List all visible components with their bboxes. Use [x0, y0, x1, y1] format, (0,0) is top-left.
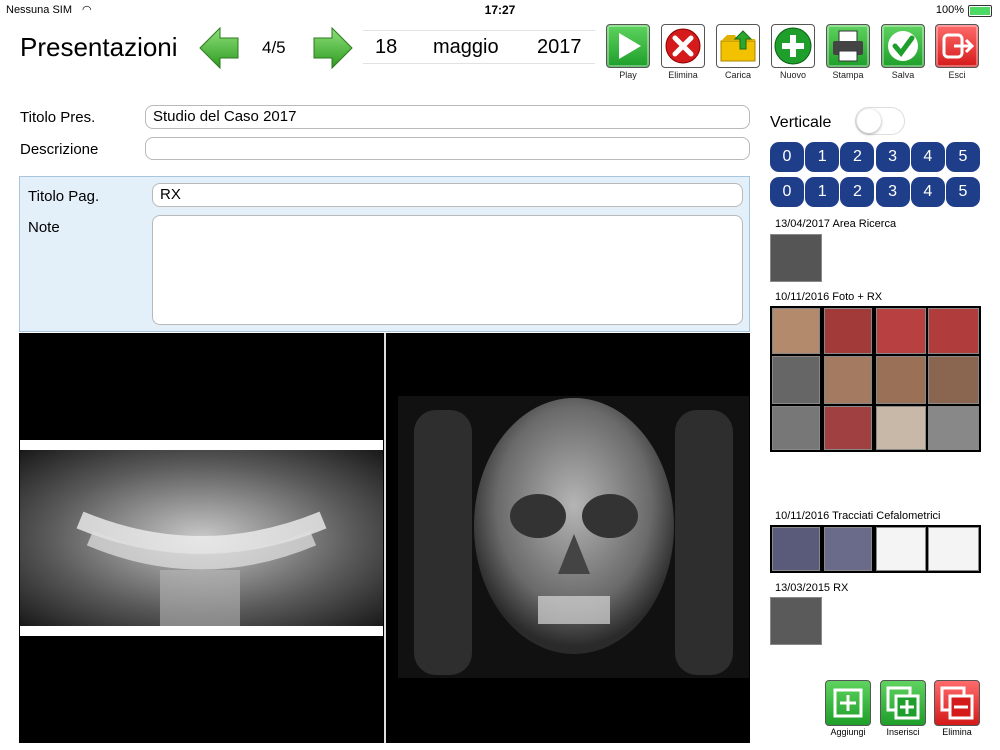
add-label: Aggiungi [830, 727, 866, 737]
thumbnail[interactable] [876, 356, 926, 404]
tracing-grid [770, 525, 981, 573]
bottom-row-layout-button-2[interactable]: 2 [840, 177, 875, 207]
bottom-row-layout-button-1[interactable]: 1 [805, 177, 840, 207]
notes-label: Note [28, 219, 60, 236]
date-day[interactable]: 18 [375, 36, 397, 59]
group-title: 13/03/2015 RX [775, 582, 849, 594]
thumbnail[interactable] [772, 308, 820, 354]
page-counter: 4/5 [262, 38, 286, 57]
image-divider [384, 333, 386, 743]
delete-label: Elimina [668, 70, 698, 80]
delete-button[interactable]: Elimina [660, 24, 706, 82]
arrow-left-icon [199, 26, 239, 70]
thumbnail[interactable] [928, 356, 979, 404]
add-icon [825, 680, 871, 726]
new-button[interactable]: Nuovo [770, 24, 816, 82]
thumbnail[interactable] [928, 406, 979, 450]
date-picker[interactable]: 18 maggio 2017 [363, 30, 595, 64]
play-icon [606, 24, 650, 68]
top-row-layout-button-5[interactable]: 5 [946, 142, 980, 172]
clock: 17:27 [484, 3, 516, 17]
date-year[interactable]: 2017 [537, 36, 582, 59]
page-title-label: Titolo Pag. [28, 188, 100, 205]
bottom-row-layout-button-5[interactable]: 5 [946, 177, 980, 207]
thumbnail[interactable] [876, 527, 926, 571]
panoramic-xray-image[interactable] [20, 440, 383, 636]
exit-icon [935, 24, 979, 68]
toggle-knob [857, 109, 881, 133]
play-label: Play [619, 70, 637, 80]
thumbnail[interactable] [876, 406, 926, 450]
plus-icon [771, 24, 815, 68]
print-label: Stampa [832, 70, 864, 80]
thumbnail[interactable] [824, 527, 872, 571]
play-button[interactable]: Play [605, 24, 651, 82]
photo-grid [770, 306, 981, 452]
description-label: Descrizione [20, 141, 99, 158]
vertical-toggle[interactable] [855, 107, 905, 135]
battery-percent: 100% [935, 4, 964, 16]
upload-folder-icon [716, 24, 760, 68]
save-label: Salva [891, 70, 915, 80]
thumbnail[interactable] [824, 356, 872, 404]
remove-icon [934, 680, 980, 726]
page-title: Presentazioni [20, 32, 178, 62]
thumbnail[interactable] [770, 597, 822, 645]
exit-label: Esci [948, 70, 966, 80]
top-row-layout-button-1[interactable]: 1 [805, 142, 840, 172]
page-details-panel: Titolo Pag. RX Note [19, 176, 750, 332]
new-label: Nuovo [779, 70, 806, 80]
save-button[interactable]: Salva [880, 24, 926, 82]
upload-label: Carica [724, 70, 751, 80]
insert-icon [880, 680, 926, 726]
page-title-input[interactable]: RX [152, 183, 743, 207]
print-icon [826, 24, 870, 68]
exit-button[interactable]: Esci [934, 24, 980, 82]
check-icon [881, 24, 925, 68]
arrow-right-icon [313, 26, 353, 70]
status-bar: Nessuna SIM ◠ 17:27 100% [0, 0, 1000, 20]
next-page-button[interactable] [312, 26, 354, 70]
thumbnail[interactable] [772, 527, 820, 571]
insert-label: Inserisci [886, 727, 920, 737]
title-label: Titolo Pres. [20, 109, 96, 126]
date-month[interactable]: maggio [433, 36, 499, 59]
upload-button[interactable]: Carica [715, 24, 761, 82]
group-title: 10/11/2016 Foto + RX [775, 291, 883, 303]
bottom-row-layout-button-3[interactable]: 3 [875, 177, 910, 207]
top-row-layout-button-0[interactable]: 0 [770, 142, 804, 172]
description-input[interactable] [145, 137, 750, 160]
thumbnail[interactable] [770, 234, 822, 282]
add-button[interactable]: Aggiungi [824, 680, 872, 740]
thumbnail[interactable] [824, 308, 872, 354]
top-row-layout-button-2[interactable]: 2 [840, 142, 875, 172]
bottom-row-layout-button-4[interactable]: 4 [910, 177, 945, 207]
top-row-layout-button-3[interactable]: 3 [875, 142, 910, 172]
presentation-title-input[interactable]: Studio del Caso 2017 [145, 105, 750, 129]
top-row-layout-button-4[interactable]: 4 [910, 142, 945, 172]
print-button[interactable]: Stampa [825, 24, 871, 82]
bottom-row-layout-button-0[interactable]: 0 [770, 177, 804, 207]
thumbnail[interactable] [772, 356, 820, 404]
vertical-label: Verticale [770, 114, 832, 131]
previous-page-button[interactable] [198, 26, 240, 70]
delete-icon [661, 24, 705, 68]
battery-icon [968, 5, 992, 17]
thumbnail[interactable] [876, 308, 926, 354]
remove-label: Elimina [942, 727, 972, 737]
frontal-xray-image[interactable]: R [386, 396, 749, 678]
thumbnail[interactable] [928, 308, 979, 354]
insert-button[interactable]: Inserisci [879, 680, 927, 740]
thumbnail[interactable] [824, 406, 872, 450]
remove-button[interactable]: Elimina [933, 680, 981, 740]
thumbnail[interactable] [772, 406, 820, 450]
notes-textarea[interactable] [152, 215, 743, 325]
thumbnail[interactable] [928, 527, 979, 571]
group-title: 13/04/2017 Area Ricerca [775, 218, 897, 230]
group-title: 10/11/2016 Tracciati Cefalometrici [775, 510, 941, 522]
